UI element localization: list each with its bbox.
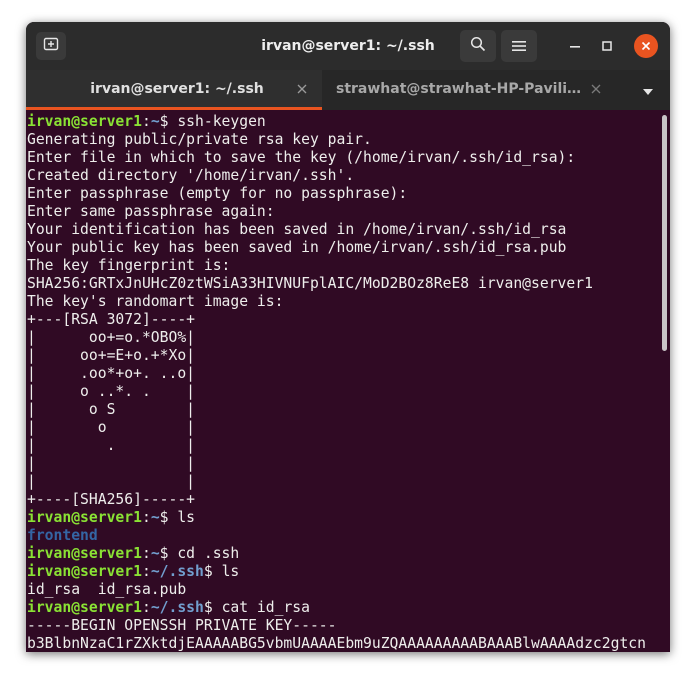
new-tab-button[interactable] (36, 32, 66, 60)
prompt-separator: : (141, 545, 151, 562)
command-text: ls (221, 563, 240, 580)
output-line: id_rsa id_rsa.pub (27, 581, 187, 598)
prompt-symbol: $ (159, 545, 178, 562)
tab-bar: irvan@server1: ~/.ssh strawhat@strawhat-… (26, 70, 670, 110)
prompt-user: irvan@server1 (27, 545, 142, 562)
tab-close-button[interactable] (588, 81, 604, 97)
prompt-separator: : (141, 113, 151, 130)
tab-close-button[interactable] (294, 81, 310, 97)
output-line: Enter passphrase (empty for no passphras… (27, 185, 408, 202)
prompt-symbol: $ (203, 563, 222, 580)
search-icon (470, 36, 486, 56)
scrollbar-thumb[interactable] (662, 115, 667, 351)
output-line: Your public key has been saved in /home/… (27, 239, 567, 256)
output-line: | | (27, 455, 196, 472)
prompt-line: irvan@server1:~$ ls (27, 509, 659, 527)
output-line: The key fingerprint is: (27, 257, 231, 274)
prompt-separator: : (141, 509, 151, 526)
output-line: The key's randomart image is: (27, 293, 284, 310)
hamburger-menu-icon (512, 37, 526, 56)
tab-strawhat[interactable]: strawhat@strawhat-HP-Pavilion-Notebook: … (322, 70, 618, 110)
output-line: -----BEGIN OPENSSH PRIVATE KEY----- (27, 617, 337, 634)
output-line: | . | (27, 437, 196, 454)
scrollbar[interactable] (660, 113, 668, 652)
terminal-window: irvan@server1: ~/.ssh irvan@server1: ~/.… (26, 22, 670, 652)
output-line: b3BlbnNzaC1rZXktdjEAAAAABG5vbmUAAAAEbm9u… (27, 635, 646, 652)
output-line: | .oo*+o+. ..o| (27, 365, 196, 382)
output-line: Your identification has been saved in /h… (27, 221, 567, 238)
tabs-dropdown-button[interactable] (638, 82, 658, 98)
tab-label: strawhat@strawhat-HP-Pavilion-Notebook: … (336, 81, 586, 97)
output-line: +----[SHA256]-----+ (27, 491, 196, 508)
output-line: | o S | (27, 401, 196, 418)
minimize-icon (569, 37, 581, 56)
title-bar[interactable]: irvan@server1: ~/.ssh (26, 22, 670, 70)
output-line: Generating public/private rsa key pair. (27, 131, 372, 148)
output-line: Enter same passphrase again: (27, 203, 275, 220)
new-tab-icon (43, 36, 59, 56)
prompt-path: ~ (150, 113, 160, 130)
minimize-button[interactable] (563, 34, 587, 58)
output-line: | o ..*. . | (27, 383, 196, 400)
output-line: | oo+=E+o.+*Xo| (27, 347, 196, 364)
maximize-icon (601, 37, 613, 56)
output-line: Created directory '/home/irvan/.ssh'. (27, 167, 355, 184)
prompt-path: ~/.ssh (150, 563, 204, 580)
chevron-down-icon (642, 81, 654, 100)
command-text: ls (177, 509, 196, 526)
prompt-path: ~ (150, 509, 160, 526)
prompt-symbol: $ (203, 599, 222, 616)
command-text: cat id_rsa (221, 599, 310, 616)
prompt-line: irvan@server1:~/.ssh$ ls (27, 563, 659, 581)
prompt-user: irvan@server1 (27, 113, 142, 130)
command-text: cd .ssh (177, 545, 240, 562)
maximize-button[interactable] (595, 34, 619, 58)
prompt-path: ~/.ssh (150, 599, 204, 616)
output-line: +---[RSA 3072]----+ (27, 311, 196, 328)
prompt-path: ~ (150, 545, 160, 562)
close-icon (297, 84, 307, 94)
search-button[interactable] (460, 30, 496, 62)
close-button[interactable] (634, 34, 658, 58)
close-icon (591, 84, 601, 94)
prompt-line: irvan@server1:~$ cd .ssh (27, 545, 659, 563)
output-line: SHA256:GRTxJnUHcZ0ztWSiA33HIVNUFplAIC/Mo… (27, 275, 593, 292)
tab-irvan-ssh[interactable]: irvan@server1: ~/.ssh (26, 70, 322, 110)
prompt-separator: : (141, 563, 151, 580)
prompt-user: irvan@server1 (27, 599, 142, 616)
prompt-symbol: $ (159, 113, 178, 130)
prompt-user: irvan@server1 (27, 509, 142, 526)
menu-button[interactable] (501, 30, 537, 62)
prompt-separator: : (141, 599, 151, 616)
output-line: | | (27, 473, 196, 490)
terminal-output[interactable]: irvan@server1:~$ ssh-keygen Generating pu… (27, 113, 659, 652)
command-text: ssh-keygen (177, 113, 266, 130)
output-line: frontend (27, 527, 659, 545)
prompt-line: irvan@server1:~/.ssh$ cat id_rsa (27, 599, 659, 617)
output-line: | o | (27, 419, 196, 436)
prompt-symbol: $ (159, 509, 178, 526)
prompt-user: irvan@server1 (27, 563, 142, 580)
close-icon (640, 37, 652, 56)
directory-entry: frontend (27, 527, 98, 544)
output-line: Enter file in which to save the key (/ho… (27, 149, 576, 166)
output-line: | oo+=o.*OBO%| (27, 329, 196, 346)
tab-label: irvan@server1: ~/.ssh (90, 81, 264, 97)
prompt-line: irvan@server1:~$ ssh-keygen (27, 113, 659, 131)
